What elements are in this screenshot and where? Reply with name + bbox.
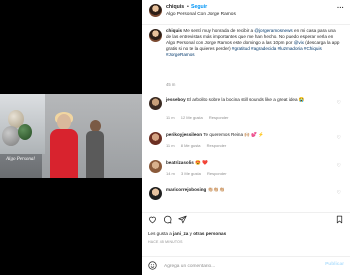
author-avatar[interactable] <box>149 4 162 17</box>
comment-avatar[interactable] <box>149 160 162 173</box>
comment-reply[interactable]: Responder <box>209 115 229 120</box>
comment-likes[interactable]: 8 Me gusta <box>181 143 201 148</box>
comment-like-heart-icon[interactable]: ♡ <box>337 135 341 141</box>
comment-text: jesseboy El arbolito sobre la bocina sti… <box>166 97 305 102</box>
balloon-3 <box>18 124 32 140</box>
author-username[interactable]: chiquis <box>166 4 184 10</box>
post-video[interactable]: Algo Personal <box>0 94 142 178</box>
comment-item: maricorrejobosing 👏🏼👏🏼👏🏼 ♡ <box>142 186 350 214</box>
comment-username[interactable]: jesseboy <box>166 97 186 102</box>
comment-text: perikoyjessileon Te queremos Reina 🙌🏼 💕 … <box>166 132 265 137</box>
comment-likes[interactable]: 12 Me gusta <box>181 115 203 120</box>
mention-jorgeramosnews[interactable]: @jorgeramosnews <box>254 28 292 33</box>
comment-username[interactable]: perikoyjessileon <box>166 132 202 137</box>
comment-likes[interactable]: 3 Me gusta <box>181 171 201 176</box>
post-modal: Algo Personal chiquis • Seguir Algo Pers… <box>0 0 350 275</box>
separator-dot: • <box>187 4 189 10</box>
more-options-icon[interactable]: ··· <box>337 5 344 12</box>
media-area: Algo Personal <box>0 0 142 275</box>
comment-avatar[interactable] <box>149 132 162 145</box>
share-icon[interactable] <box>178 215 187 226</box>
caption-time: 45 m <box>166 82 176 87</box>
comment-item: jesseboy El arbolito sobre la bocina sti… <box>142 96 350 124</box>
post-panel: chiquis • Seguir Algo Personal Con Jorge… <box>142 0 350 275</box>
comment-avatar[interactable] <box>149 97 162 110</box>
comment-like-heart-icon[interactable]: ♡ <box>337 190 341 196</box>
video-watermark: Algo Personal <box>6 157 35 162</box>
mention-vix[interactable]: @vix <box>294 40 304 45</box>
comment-reply[interactable]: Responder <box>207 143 227 148</box>
comment-text: maricorrejobosing 👏🏼👏🏼👏🏼 <box>166 187 225 192</box>
comment-time: 11 m <box>166 115 175 120</box>
comment-username[interactable]: beatrizasolis <box>166 160 194 165</box>
comment-icon[interactable] <box>163 215 172 226</box>
comment-meta: 11 m 12 Me gusta Responder <box>166 115 233 120</box>
likes-others[interactable]: otras personas <box>193 231 226 236</box>
comment-avatar[interactable] <box>149 187 162 200</box>
comment-username[interactable]: maricorrejobosing <box>166 187 206 192</box>
action-bar <box>142 212 350 226</box>
caption-text: chiquis Me sentí muy honrada de recibir … <box>166 28 340 58</box>
post-timestamp: HACE 45 MINUTOS <box>148 240 183 244</box>
video-person-host <box>50 112 78 178</box>
comment-item: beatrizasolis 😍 ❤️ 14 m 3 Me gusta Respo… <box>142 159 350 187</box>
emoji-icon[interactable] <box>148 261 157 272</box>
follow-button[interactable]: Seguir <box>191 4 207 10</box>
publish-button[interactable]: Publicar <box>325 262 344 267</box>
caption-avatar[interactable] <box>149 29 162 42</box>
likes-user[interactable]: jani_za <box>173 231 188 236</box>
video-person-guest <box>86 120 104 178</box>
heart-icon[interactable] <box>148 215 157 226</box>
comment-input[interactable] <box>164 261 314 271</box>
likes-summary: Les gusta a jani_za y otras personas <box>148 231 227 236</box>
comment-meta: 11 m 8 Me gusta Responder <box>166 143 231 148</box>
add-comment-bar: Publicar <box>142 256 350 275</box>
comment-reply[interactable]: Responder <box>207 171 227 176</box>
comment-text: beatrizasolis 😍 ❤️ <box>166 160 208 165</box>
comment-like-heart-icon[interactable]: ♡ <box>337 163 341 169</box>
caption-username[interactable]: chiquis <box>166 28 182 33</box>
comment-time: 14 m <box>166 171 175 176</box>
post-subtitle[interactable]: Algo Personal Con Jorge Ramos <box>166 12 236 17</box>
comment-like-heart-icon[interactable]: ♡ <box>337 100 341 106</box>
bookmark-icon[interactable] <box>335 215 344 226</box>
post-header: chiquis • Seguir Algo Personal Con Jorge… <box>142 0 350 25</box>
comment-item: perikoyjessileon Te queremos Reina 🙌🏼 💕 … <box>142 131 350 159</box>
comment-meta: 14 m 3 Me gusta Responder <box>166 171 232 176</box>
comment-time: 11 m <box>166 143 175 148</box>
